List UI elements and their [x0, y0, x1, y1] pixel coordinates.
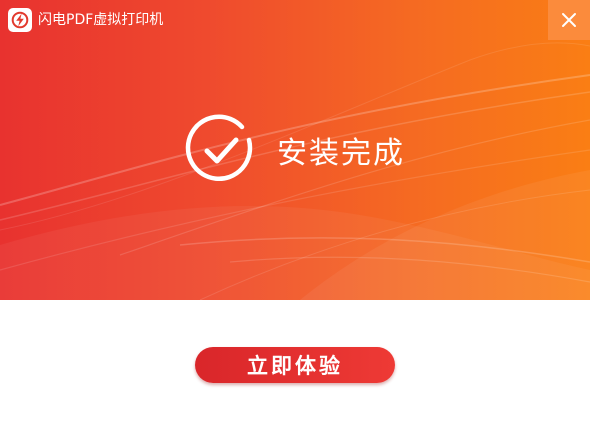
lightning-logo-icon — [8, 8, 32, 32]
install-status: 安装完成 — [183, 112, 405, 188]
close-icon — [562, 13, 576, 27]
try-now-button[interactable]: 立即体验 — [195, 347, 395, 383]
close-button[interactable] — [548, 0, 590, 40]
installer-window: 闪电PDF虚拟打印机 安装完成 立即体验 — [0, 0, 590, 440]
header-banner: 闪电PDF虚拟打印机 安装完成 — [0, 0, 590, 300]
window-title: 闪电PDF虚拟打印机 — [38, 12, 164, 28]
check-circle-icon — [185, 114, 253, 181]
title-bar: 闪电PDF虚拟打印机 — [0, 0, 590, 40]
status-text: 安装完成 — [277, 136, 405, 171]
